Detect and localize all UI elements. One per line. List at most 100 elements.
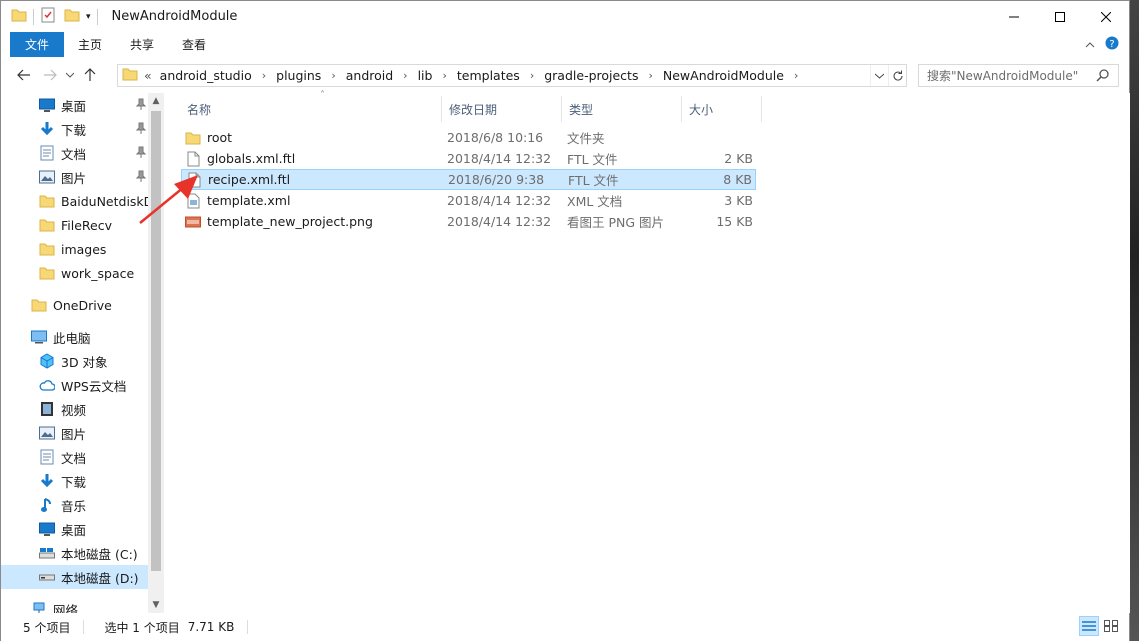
column-header-name[interactable]: 名称 ˄ bbox=[180, 90, 442, 122]
breadcrumb-newandroidmodule[interactable]: NewAndroidModule › bbox=[659, 68, 804, 83]
folder-icon bbox=[185, 130, 201, 146]
chevron-right-icon[interactable]: › bbox=[325, 69, 341, 82]
file-row[interactable]: root 2018/6/8 10:16 文件夹 bbox=[181, 127, 756, 148]
help-icon[interactable]: ? bbox=[1105, 36, 1119, 53]
svg-text:?: ? bbox=[1109, 39, 1114, 50]
chevron-right-icon[interactable]: › bbox=[397, 69, 413, 82]
picture-icon bbox=[39, 169, 55, 185]
file-row[interactable]: template_new_project.png 2018/4/14 12:32… bbox=[181, 211, 756, 232]
address-bar[interactable]: « android_studio › plugins › android › lib ›… bbox=[117, 64, 907, 87]
music-icon bbox=[39, 497, 55, 513]
recent-locations-icon[interactable] bbox=[65, 64, 75, 86]
column-header-size[interactable]: 大小 bbox=[682, 96, 762, 122]
ribbon: 文件 主页 共享 查看 ? bbox=[1, 32, 1129, 57]
nav-item-network[interactable]: 网络 bbox=[1, 597, 148, 613]
file-icon bbox=[185, 151, 201, 167]
file-row[interactable]: template.xml 2018/4/14 12:32 XML 文档 3 KB bbox=[181, 190, 756, 211]
download-icon bbox=[39, 473, 55, 489]
folder-icon bbox=[39, 193, 55, 209]
pin-icon bbox=[135, 98, 147, 113]
nav-item-filerecv[interactable]: FileRecv bbox=[1, 213, 148, 237]
chevron-right-icon[interactable]: › bbox=[642, 69, 658, 82]
search-icon[interactable] bbox=[1096, 68, 1110, 85]
tab-file[interactable]: 文件 bbox=[10, 32, 64, 57]
column-header-date[interactable]: 修改日期 bbox=[442, 96, 562, 122]
desktop-background bbox=[1130, 0, 1139, 641]
nav-item-videos[interactable]: 视频 bbox=[1, 397, 148, 421]
breadcrumb-android-studio[interactable]: android_studio › bbox=[156, 68, 272, 83]
nav-item-drive-c[interactable]: 本地磁盘 (C:) bbox=[1, 541, 148, 565]
picture-icon bbox=[39, 425, 55, 441]
breadcrumb-android[interactable]: android › bbox=[342, 68, 414, 83]
video-icon bbox=[39, 401, 55, 417]
new-folder-icon[interactable] bbox=[64, 7, 80, 26]
file-date: 2018/4/14 12:32 bbox=[447, 214, 552, 229]
close-button[interactable] bbox=[1083, 1, 1129, 32]
chevron-right-icon[interactable]: › bbox=[436, 69, 452, 82]
breadcrumb-templates[interactable]: templates › bbox=[453, 68, 540, 83]
expand-ribbon-icon[interactable] bbox=[1085, 38, 1095, 52]
tab-home[interactable]: 主页 bbox=[64, 32, 116, 57]
file-name: recipe.xml.ftl bbox=[208, 172, 291, 187]
nav-item-3d-objects[interactable]: 3D 对象 bbox=[1, 349, 148, 373]
pin-icon bbox=[135, 122, 147, 137]
annotation-arrow bbox=[139, 175, 198, 224]
address-overflow[interactable]: « bbox=[144, 68, 152, 83]
download-icon bbox=[39, 121, 55, 137]
nav-item-desktop[interactable]: 桌面 bbox=[1, 93, 148, 117]
nav-item-onedrive[interactable]: OneDrive bbox=[1, 293, 148, 317]
tab-share[interactable]: 共享 bbox=[116, 32, 168, 57]
nav-item-wps-cloud[interactable]: WPS云文档 bbox=[1, 373, 148, 397]
refresh-button[interactable] bbox=[888, 65, 906, 86]
search-input[interactable]: 搜索"NewAndroidModule" bbox=[927, 67, 1078, 84]
nav-item-desktop-2[interactable]: 桌面 bbox=[1, 517, 148, 541]
nav-item-documents[interactable]: 文档 bbox=[1, 141, 148, 165]
nav-item-images[interactable]: images bbox=[1, 237, 148, 261]
breadcrumb-gradle-projects[interactable]: gradle-projects › bbox=[540, 68, 659, 83]
nav-item-pictures[interactable]: 图片 bbox=[1, 165, 148, 189]
nav-item-downloads-2[interactable]: 下载 bbox=[1, 469, 148, 493]
tab-view[interactable]: 查看 bbox=[168, 32, 220, 57]
chevron-right-icon[interactable]: › bbox=[524, 69, 540, 82]
large-icons-view-icon[interactable] bbox=[1101, 616, 1121, 636]
chevron-right-icon[interactable]: › bbox=[788, 69, 804, 82]
nav-item-this-pc[interactable]: 此电脑 bbox=[1, 325, 148, 349]
details-view-icon[interactable] bbox=[1079, 616, 1099, 636]
nav-item-baidunetdisk[interactable]: BaiduNetdiskD bbox=[1, 189, 148, 213]
status-bar: 5 个项目 选中 1 个项目 7.71 KB bbox=[1, 613, 1129, 641]
column-header-type[interactable]: 类型 bbox=[562, 96, 682, 122]
nav-item-drive-d[interactable]: 本地磁盘 (D:) bbox=[1, 565, 148, 589]
file-row-selected[interactable]: recipe.xml.ftl 2018/6/20 9:38 FTL 文件 8 K… bbox=[181, 169, 756, 190]
nav-item-music[interactable]: 音乐 bbox=[1, 493, 148, 517]
desktop-icon bbox=[39, 521, 55, 537]
scroll-down-icon[interactable]: ▼ bbox=[148, 597, 164, 613]
up-button[interactable] bbox=[79, 64, 101, 86]
breadcrumb-plugins[interactable]: plugins › bbox=[272, 68, 342, 83]
folder-icon bbox=[39, 265, 55, 281]
folder-icon bbox=[39, 217, 55, 233]
customize-toolbar-icon[interactable]: ▾ bbox=[86, 12, 91, 22]
chevron-right-icon[interactable]: › bbox=[256, 69, 272, 82]
file-row[interactable]: globals.xml.ftl 2018/4/14 12:32 FTL 文件 2… bbox=[181, 148, 756, 169]
back-button[interactable] bbox=[13, 64, 35, 86]
nav-item-pictures-2[interactable]: 图片 bbox=[1, 421, 148, 445]
forward-button[interactable] bbox=[39, 64, 61, 86]
network-icon bbox=[31, 601, 47, 613]
file-type: 文件夹 bbox=[567, 131, 605, 146]
maximize-button[interactable] bbox=[1037, 1, 1083, 32]
nav-item-work-space[interactable]: work_space bbox=[1, 261, 148, 285]
file-list: 名称 ˄ 修改日期 类型 大小 root 2018/6/8 10:16 文件夹 … bbox=[164, 90, 1131, 613]
nav-item-downloads[interactable]: 下载 bbox=[1, 117, 148, 141]
file-date: 2018/4/14 12:32 bbox=[447, 193, 552, 208]
scroll-up-icon[interactable]: ▲ bbox=[148, 93, 164, 109]
address-history-button[interactable] bbox=[870, 65, 888, 86]
folder-icon bbox=[122, 66, 138, 85]
nav-item-documents-2[interactable]: 文档 bbox=[1, 445, 148, 469]
search-box[interactable]: 搜索"NewAndroidModule" bbox=[918, 64, 1119, 87]
file-name: root bbox=[207, 130, 233, 145]
minimize-button[interactable] bbox=[991, 1, 1037, 32]
breadcrumb-lib[interactable]: lib › bbox=[414, 68, 453, 83]
pin-icon bbox=[135, 146, 147, 161]
quick-access-toolbar: ▾ bbox=[1, 1, 104, 32]
properties-icon[interactable] bbox=[40, 7, 56, 26]
